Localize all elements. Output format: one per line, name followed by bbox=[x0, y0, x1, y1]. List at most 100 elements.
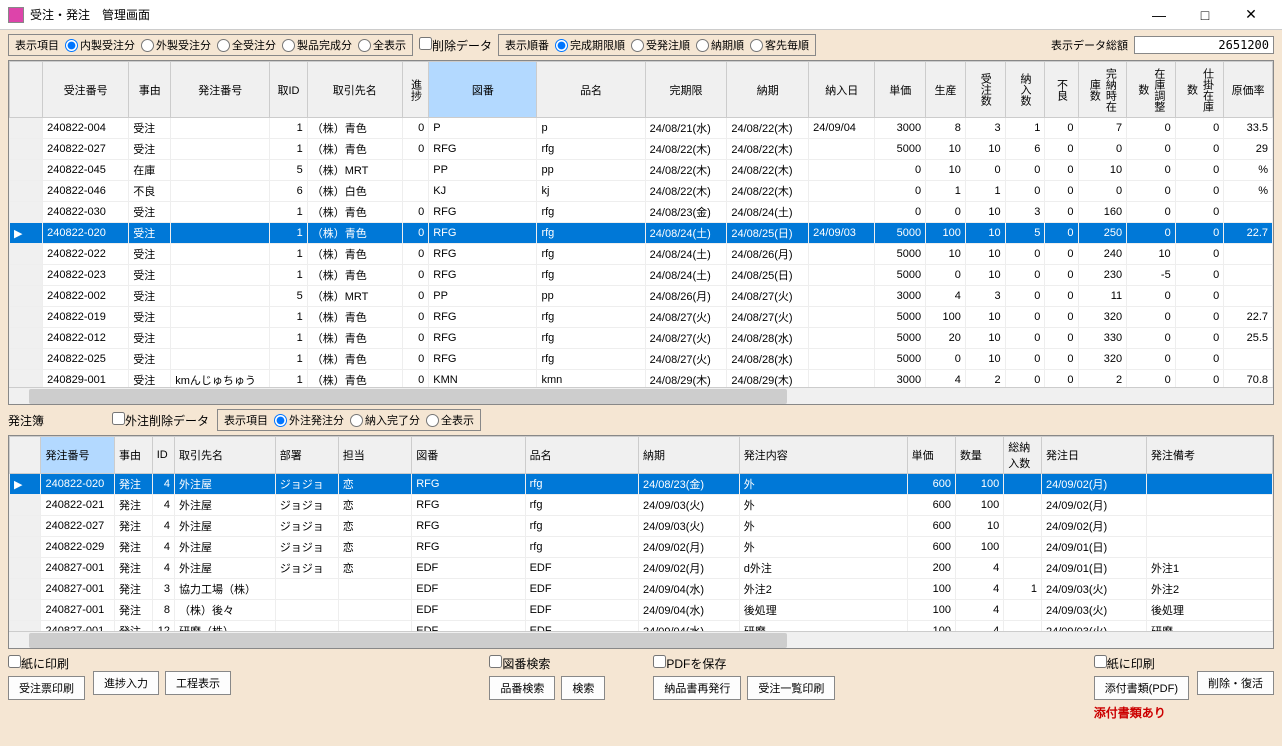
col-header[interactable]: 単価 bbox=[907, 437, 955, 474]
table-row[interactable]: 240822-027発注4外注屋ジョジョ恋RFGrfg24/09/03(火)外6… bbox=[10, 516, 1273, 537]
table-row[interactable]: 240822-023受注1（株）青色0RFGrfg24/08/24(土)24/0… bbox=[10, 265, 1273, 286]
nouhin-button[interactable]: 納品書再発行 bbox=[653, 676, 741, 700]
col-header[interactable]: 発注番号 bbox=[41, 437, 114, 474]
window-title: 受注・発注 管理画面 bbox=[30, 6, 150, 23]
total-label: 表示データ総額 bbox=[1051, 37, 1128, 53]
col-header[interactable]: 納入数 bbox=[1005, 62, 1045, 118]
col-header[interactable]: 納期 bbox=[638, 437, 739, 474]
zuban-search-check[interactable]: 図番検索 bbox=[489, 655, 605, 672]
col-header[interactable]: 取ID bbox=[270, 62, 308, 118]
col-header[interactable]: 品名 bbox=[525, 437, 638, 474]
table-row[interactable]: 240822-030受注1（株）青色0RFGrfg24/08/23(金)24/0… bbox=[10, 202, 1273, 223]
table-row[interactable]: ▶240822-020発注4外注屋ジョジョ恋RFGrfg24/08/23(金)外… bbox=[10, 474, 1273, 495]
opt-gaisei[interactable]: 外製受注分 bbox=[141, 37, 211, 53]
ord-kansei[interactable]: 完成期限順 bbox=[555, 37, 625, 53]
tenpu-ari-label: 添付書類あり bbox=[1094, 704, 1189, 721]
col-header[interactable]: 納入日 bbox=[809, 62, 875, 118]
minimize-button[interactable]: — bbox=[1136, 0, 1182, 30]
col-header[interactable]: 生産 bbox=[926, 62, 966, 118]
col-header[interactable]: 単価 bbox=[875, 62, 926, 118]
table-row[interactable]: ▶240822-020受注1（株）青色0RFGrfg24/08/24(土)24/… bbox=[10, 223, 1273, 244]
display-group: 表示項目 内製受注分 外製受注分 全受注分 製品完成分 全表示 bbox=[8, 34, 413, 56]
table-row[interactable]: 240822-019受注1（株）青色0RFGrfg24/08/27(火)24/0… bbox=[10, 307, 1273, 328]
col-header[interactable]: 進捗 bbox=[402, 62, 429, 118]
ord-kyakusaki[interactable]: 客先毎順 bbox=[750, 37, 809, 53]
order-label: 表示順番 bbox=[505, 37, 549, 53]
col-header[interactable]: 原価率 bbox=[1224, 62, 1273, 118]
search-button[interactable]: 検索 bbox=[561, 676, 605, 700]
table-row[interactable]: 240822-025受注1（株）青色0RFGrfg24/08/27(火)24/0… bbox=[10, 349, 1273, 370]
col-header[interactable]: 取引先名 bbox=[175, 437, 276, 474]
col-header[interactable]: 数量 bbox=[955, 437, 1003, 474]
col-header[interactable]: 在庫調整数 bbox=[1127, 62, 1176, 118]
order-group: 表示順番 完成期限順 受発注順 納期順 客先毎順 bbox=[498, 34, 816, 56]
opt-kansei[interactable]: 製品完成分 bbox=[282, 37, 352, 53]
close-button[interactable]: ✕ bbox=[1228, 0, 1274, 30]
opt-naisei[interactable]: 内製受注分 bbox=[65, 37, 135, 53]
col-header[interactable]: 事由 bbox=[114, 437, 152, 474]
opt2-zen[interactable]: 全表示 bbox=[426, 412, 474, 428]
col-header[interactable]: 図番 bbox=[429, 62, 537, 118]
orders-grid[interactable]: 受注番号事由発注番号取ID取引先名進捗図番品名完期限納期納入日単価生産受注数納入… bbox=[8, 60, 1274, 405]
shinpo-button[interactable]: 進捗入力 bbox=[93, 671, 159, 695]
juchu-print-button[interactable]: 受注票印刷 bbox=[8, 676, 85, 700]
ichiran-button[interactable]: 受注一覧印刷 bbox=[747, 676, 835, 700]
total-value: 2651200 bbox=[1134, 36, 1274, 54]
table-row[interactable]: 240822-046不良6（株）白色KJkj24/08/22(木)24/08/2… bbox=[10, 181, 1273, 202]
col-header[interactable]: 受注番号 bbox=[43, 62, 129, 118]
pdf-save-check[interactable]: PDFを保存 bbox=[653, 655, 835, 672]
col-header[interactable]: 品名 bbox=[537, 62, 645, 118]
opt2-gaichu[interactable]: 外注発注分 bbox=[274, 412, 344, 428]
col-header[interactable]: 納期 bbox=[727, 62, 809, 118]
grid2-hscroll[interactable] bbox=[9, 631, 1273, 648]
col-header[interactable]: 事由 bbox=[129, 62, 171, 118]
col-header[interactable]: 完期限 bbox=[645, 62, 727, 118]
display-label: 表示項目 bbox=[15, 37, 59, 53]
grid1-hscroll[interactable] bbox=[9, 387, 1273, 404]
gaichu-del-check[interactable]: 外注削除データ bbox=[112, 412, 209, 429]
table-row[interactable]: 240822-021発注4外注屋ジョジョ恋RFGrfg24/09/03(火)外6… bbox=[10, 495, 1273, 516]
col-header[interactable]: 部署 bbox=[275, 437, 338, 474]
table-row[interactable]: 240822-027受注1（株）青色0RFGrfg24/08/22(木)24/0… bbox=[10, 139, 1273, 160]
tenpu-button[interactable]: 添付書類(PDF) bbox=[1094, 676, 1189, 700]
paper-print1-check[interactable]: 紙に印刷 bbox=[8, 655, 85, 672]
ord-nouki[interactable]: 納期順 bbox=[696, 37, 744, 53]
table-row[interactable]: 240822-002受注5（株）MRT0PPpp24/08/26(月)24/08… bbox=[10, 286, 1273, 307]
col-header[interactable]: 不良 bbox=[1045, 62, 1078, 118]
maximize-button[interactable]: □ bbox=[1182, 0, 1228, 30]
table-row[interactable]: 240822-045在庫5（株）MRTPPpp24/08/22(木)24/08/… bbox=[10, 160, 1273, 181]
app-icon bbox=[8, 7, 24, 23]
table-row[interactable]: 240822-004受注1（株）青色0Pp24/08/21(水)24/08/22… bbox=[10, 118, 1273, 139]
col-header[interactable]: 図番 bbox=[412, 437, 525, 474]
col-header[interactable]: ID bbox=[152, 437, 174, 474]
display2-group: 表示項目 外注発注分 納入完了分 全表示 bbox=[217, 409, 481, 431]
col-header[interactable]: 発注日 bbox=[1042, 437, 1147, 474]
ord-juhachu[interactable]: 受発注順 bbox=[631, 37, 690, 53]
table-row[interactable]: 240822-029発注4外注屋ジョジョ恋RFGrfg24/09/02(月)外6… bbox=[10, 537, 1273, 558]
table-row[interactable]: 240827-001発注4外注屋ジョジョ恋EDFEDF24/09/02(月)d外… bbox=[10, 558, 1273, 579]
table-row[interactable]: 240827-001発注3協力工場（株）EDFEDF24/09/04(水)外注2… bbox=[10, 579, 1273, 600]
koutei-button[interactable]: 工程表示 bbox=[165, 671, 231, 695]
display2-label: 表示項目 bbox=[224, 412, 268, 428]
hachubo-label: 発注簿 bbox=[8, 412, 44, 429]
col-header[interactable]: 受注数 bbox=[965, 62, 1005, 118]
col-header[interactable]: 発注番号 bbox=[171, 62, 270, 118]
table-row[interactable]: 240827-001発注8（株）後々EDFEDF24/09/04(水)後処理10… bbox=[10, 600, 1273, 621]
col-header[interactable]: 完納時在庫数 bbox=[1078, 62, 1127, 118]
opt-zenjuchu[interactable]: 全受注分 bbox=[217, 37, 276, 53]
deleted-data-check[interactable]: 削除データ bbox=[419, 37, 492, 54]
hinban-search-button[interactable]: 品番検索 bbox=[489, 676, 555, 700]
col-header[interactable]: 発注備考 bbox=[1146, 437, 1272, 474]
col-header[interactable]: 総納入数 bbox=[1004, 437, 1042, 474]
opt2-nounyu[interactable]: 納入完了分 bbox=[350, 412, 420, 428]
po-grid[interactable]: 発注番号事由ID取引先名部署担当図番品名納期発注内容単価数量総納入数発注日発注備… bbox=[8, 435, 1274, 649]
col-header[interactable]: 取引先名 bbox=[307, 62, 402, 118]
delete-restore-button[interactable]: 削除・復活 bbox=[1197, 671, 1274, 695]
paper-print2-check[interactable]: 紙に印刷 bbox=[1094, 655, 1189, 672]
col-header[interactable]: 仕掛在庫数 bbox=[1175, 62, 1224, 118]
table-row[interactable]: 240822-022受注1（株）青色0RFGrfg24/08/24(土)24/0… bbox=[10, 244, 1273, 265]
opt-zenhyoji[interactable]: 全表示 bbox=[358, 37, 406, 53]
table-row[interactable]: 240822-012受注1（株）青色0RFGrfg24/08/27(火)24/0… bbox=[10, 328, 1273, 349]
col-header[interactable]: 発注内容 bbox=[739, 437, 907, 474]
col-header[interactable]: 担当 bbox=[338, 437, 411, 474]
